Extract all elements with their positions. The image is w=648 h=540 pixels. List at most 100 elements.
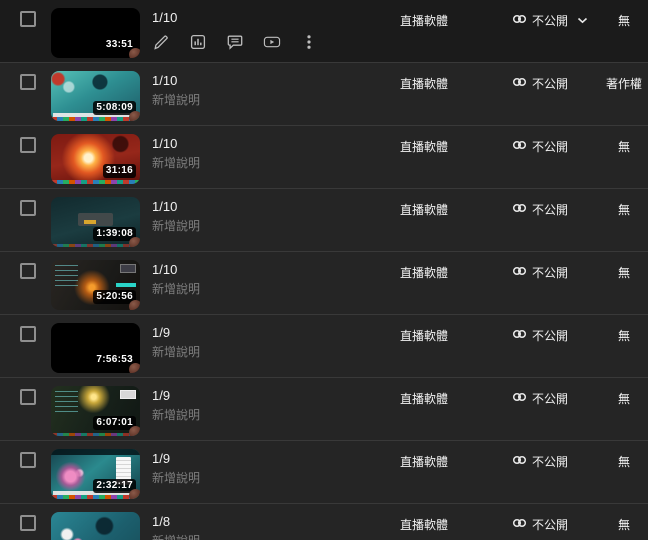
video-restrictions: 無 — [599, 329, 648, 343]
facecam-circle — [129, 48, 140, 58]
visibility-label: 不公開 — [532, 14, 568, 28]
comments-icon[interactable] — [226, 33, 244, 51]
video-restrictions: 無 — [599, 392, 648, 406]
video-thumbnail[interactable]: 31:16 — [51, 134, 140, 184]
video-row[interactable]: 1:39:08 1/10 新增說明 直播軟體 不公開 無 — [0, 189, 648, 252]
video-type: 直播軟體 — [400, 329, 448, 343]
visibility-dropdown[interactable]: 不公開 — [512, 12, 588, 29]
video-title[interactable]: 1/9 — [152, 388, 382, 403]
row-checkbox[interactable] — [20, 263, 36, 279]
visibility-dropdown[interactable]: 不公開 — [512, 390, 568, 407]
facecam-circle — [129, 300, 140, 310]
visibility-label: 不公開 — [532, 140, 568, 154]
analytics-icon[interactable] — [189, 33, 207, 51]
row-checkbox[interactable] — [20, 326, 36, 342]
video-thumbnail[interactable]: 2:32:17 — [51, 449, 140, 499]
visibility-dropdown[interactable]: 不公開 — [512, 201, 568, 218]
visibility-dropdown[interactable]: 不公開 — [512, 264, 568, 281]
thumbnail-art — [51, 180, 140, 184]
visibility-dropdown[interactable]: 不公開 — [512, 327, 568, 344]
row-checkbox[interactable] — [20, 137, 36, 153]
video-thumbnail[interactable]: 5:20:56 — [51, 260, 140, 310]
video-description-placeholder[interactable]: 新增說明 — [152, 534, 382, 540]
visibility-dropdown[interactable]: 不公開 — [512, 516, 568, 533]
row-checkbox[interactable] — [20, 452, 36, 468]
facecam-circle — [129, 489, 140, 499]
thumbnail-art — [120, 264, 136, 273]
video-title[interactable]: 1/10 — [152, 10, 382, 25]
video-title[interactable]: 1/10 — [152, 199, 382, 214]
facecam-circle — [129, 426, 140, 436]
video-type: 直播軟體 — [400, 266, 448, 280]
video-type: 直播軟體 — [400, 518, 448, 532]
video-thumbnail[interactable]: 5:08:09 — [51, 71, 140, 121]
video-row[interactable]: 2:32:17 1/9 新增說明 直播軟體 不公開 無 — [0, 441, 648, 504]
video-restrictions: 無 — [599, 140, 648, 154]
video-description-placeholder[interactable]: 新增說明 — [152, 219, 382, 233]
row-checkbox[interactable] — [20, 200, 36, 216]
visibility-dropdown[interactable]: 不公開 — [512, 453, 568, 470]
link-icon — [512, 453, 527, 470]
video-restrictions: 著作權 — [599, 77, 648, 91]
visibility-label: 不公開 — [532, 203, 568, 217]
link-icon — [512, 264, 527, 281]
link-icon — [512, 327, 527, 344]
video-title[interactable]: 1/9 — [152, 451, 382, 466]
video-description-placeholder[interactable]: 新增說明 — [152, 282, 382, 296]
video-duration-badge: 31:16 — [103, 164, 136, 178]
thumbnail-art — [116, 283, 136, 287]
video-title[interactable]: 1/8 — [152, 514, 382, 529]
visibility-label: 不公開 — [532, 392, 568, 406]
thumbnail-art — [51, 433, 140, 436]
more-options-icon[interactable] — [300, 33, 318, 51]
video-description-placeholder[interactable]: 新增說明 — [152, 93, 382, 107]
video-thumbnail[interactable] — [51, 512, 140, 540]
video-row[interactable]: 5:08:09 1/10 新增說明 直播軟體 不公開 著作權 — [0, 63, 648, 126]
video-description-placeholder[interactable]: 新增說明 — [152, 471, 382, 485]
video-row[interactable]: 1/8 新增說明 直播軟體 不公開 無 — [0, 504, 648, 540]
row-checkbox[interactable] — [20, 389, 36, 405]
video-type: 直播軟體 — [400, 455, 448, 469]
video-thumbnail[interactable]: 1:39:08 — [51, 197, 140, 247]
video-row[interactable]: 5:20:56 1/10 新增說明 直播軟體 不公開 無 — [0, 252, 648, 315]
video-row[interactable]: 33:51 1/10 直播軟體 不公開 — [0, 0, 648, 63]
row-action-toolbar — [152, 33, 337, 51]
facecam-circle — [129, 111, 140, 121]
video-restrictions: 無 — [599, 203, 648, 217]
row-checkbox[interactable] — [20, 11, 36, 27]
link-icon — [512, 201, 527, 218]
visibility-label: 不公開 — [532, 77, 568, 91]
row-checkbox[interactable] — [20, 74, 36, 90]
video-thumbnail[interactable]: 7:56:53 — [51, 323, 140, 373]
visibility-dropdown[interactable]: 不公開 — [512, 138, 568, 155]
visibility-label: 不公開 — [532, 455, 568, 469]
video-type: 直播軟體 — [400, 77, 448, 91]
video-title[interactable]: 1/10 — [152, 136, 382, 151]
video-type: 直播軟體 — [400, 14, 448, 28]
video-thumbnail[interactable]: 33:51 — [51, 8, 140, 58]
youtube-icon[interactable] — [263, 33, 281, 51]
facecam-circle — [129, 363, 140, 373]
video-type: 直播軟體 — [400, 392, 448, 406]
thumbnail-art — [51, 244, 140, 247]
video-title[interactable]: 1/10 — [152, 262, 382, 277]
video-thumbnail[interactable]: 6:07:01 — [51, 386, 140, 436]
video-title[interactable]: 1/10 — [152, 73, 382, 88]
video-list: 33:51 1/10 直播軟體 不公開 — [0, 0, 648, 540]
row-checkbox[interactable] — [20, 515, 36, 531]
thumbnail-art — [51, 117, 140, 121]
video-row[interactable]: 6:07:01 1/9 新增說明 直播軟體 不公開 無 — [0, 378, 648, 441]
visibility-label: 不公開 — [532, 329, 568, 343]
video-title[interactable]: 1/9 — [152, 325, 382, 340]
video-description-placeholder[interactable]: 新增說明 — [152, 408, 382, 422]
video-description-placeholder[interactable]: 新增說明 — [152, 345, 382, 359]
link-icon — [512, 138, 527, 155]
video-restrictions: 無 — [599, 14, 648, 28]
visibility-dropdown[interactable]: 不公開 — [512, 75, 568, 92]
chevron-down-icon[interactable] — [577, 17, 588, 24]
video-restrictions: 無 — [599, 455, 648, 469]
edit-pencil-icon[interactable] — [152, 33, 170, 51]
video-row[interactable]: 7:56:53 1/9 新增說明 直播軟體 不公開 無 — [0, 315, 648, 378]
video-row[interactable]: 31:16 1/10 新增說明 直播軟體 不公開 無 — [0, 126, 648, 189]
video-description-placeholder[interactable]: 新增說明 — [152, 156, 382, 170]
